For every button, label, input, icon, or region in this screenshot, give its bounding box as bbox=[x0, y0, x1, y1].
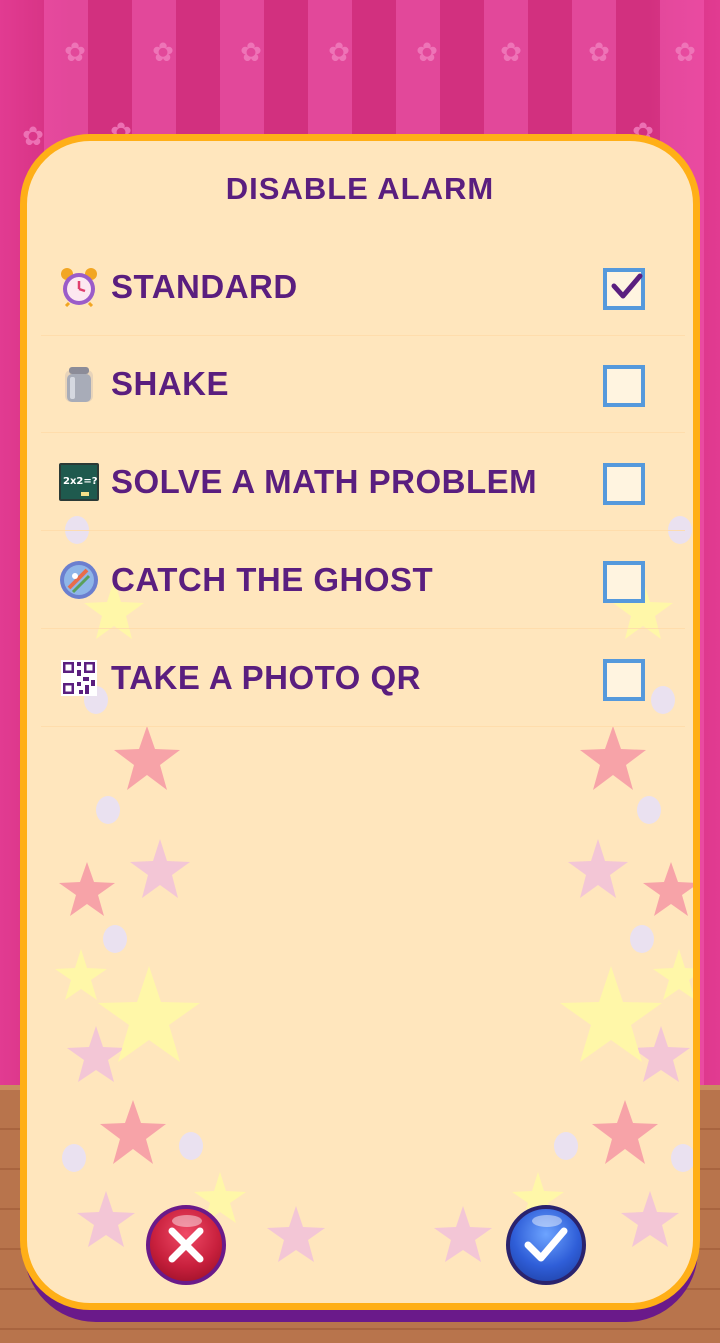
close-icon bbox=[168, 1227, 204, 1263]
confirm-button[interactable] bbox=[506, 1205, 586, 1285]
qr-code-icon bbox=[61, 660, 97, 696]
dialog-title: DISABLE ALARM bbox=[225, 171, 495, 206]
flower-pattern-icon: ✿ bbox=[64, 38, 86, 68]
ghost-target-icon bbox=[60, 561, 98, 599]
option-checkbox-qr[interactable] bbox=[603, 659, 645, 701]
option-label: SOLVE A MATH PROBLEM bbox=[111, 463, 538, 500]
flower-pattern-icon: ✿ bbox=[674, 38, 696, 68]
chalkboard-icon: 2x2=? bbox=[59, 463, 99, 501]
option-label: SHAKE bbox=[111, 365, 230, 402]
flower-pattern-icon: ✿ bbox=[240, 38, 262, 68]
option-row-ghost[interactable]: CATCH THE GHOST bbox=[41, 532, 685, 629]
option-row-qr[interactable]: TAKE A PHOTO QR bbox=[41, 630, 685, 727]
option-label: STANDARD bbox=[111, 268, 298, 305]
svg-text:2x2=?: 2x2=? bbox=[63, 476, 98, 487]
flower-pattern-icon: ✿ bbox=[152, 38, 174, 68]
flower-pattern-icon: ✿ bbox=[328, 38, 350, 68]
option-label: CATCH THE GHOST bbox=[111, 561, 434, 598]
cancel-button[interactable] bbox=[146, 1205, 226, 1285]
shaker-icon bbox=[65, 367, 93, 402]
option-row-standard[interactable]: STANDARD bbox=[41, 239, 685, 336]
alarm-clock-icon bbox=[61, 268, 97, 307]
option-row-shake[interactable]: SHAKE bbox=[41, 336, 685, 433]
flower-pattern-icon: ✿ bbox=[416, 38, 438, 68]
disable-alarm-dialog: DISABLE ALARM STANDARD SHAKE 2x2=? SOLVE… bbox=[20, 134, 700, 1310]
check-icon bbox=[524, 1227, 568, 1262]
flower-pattern-icon: ✿ bbox=[500, 38, 522, 68]
option-checkbox-math[interactable] bbox=[603, 463, 645, 505]
option-checkbox-standard[interactable] bbox=[603, 268, 645, 310]
check-icon bbox=[611, 273, 643, 299]
option-label: TAKE A PHOTO QR bbox=[111, 659, 422, 696]
option-checkbox-ghost[interactable] bbox=[603, 561, 645, 603]
option-row-math[interactable]: 2x2=? SOLVE A MATH PROBLEM bbox=[41, 434, 685, 531]
flower-pattern-icon: ✿ bbox=[588, 38, 610, 68]
option-checkbox-shake[interactable] bbox=[603, 365, 645, 407]
